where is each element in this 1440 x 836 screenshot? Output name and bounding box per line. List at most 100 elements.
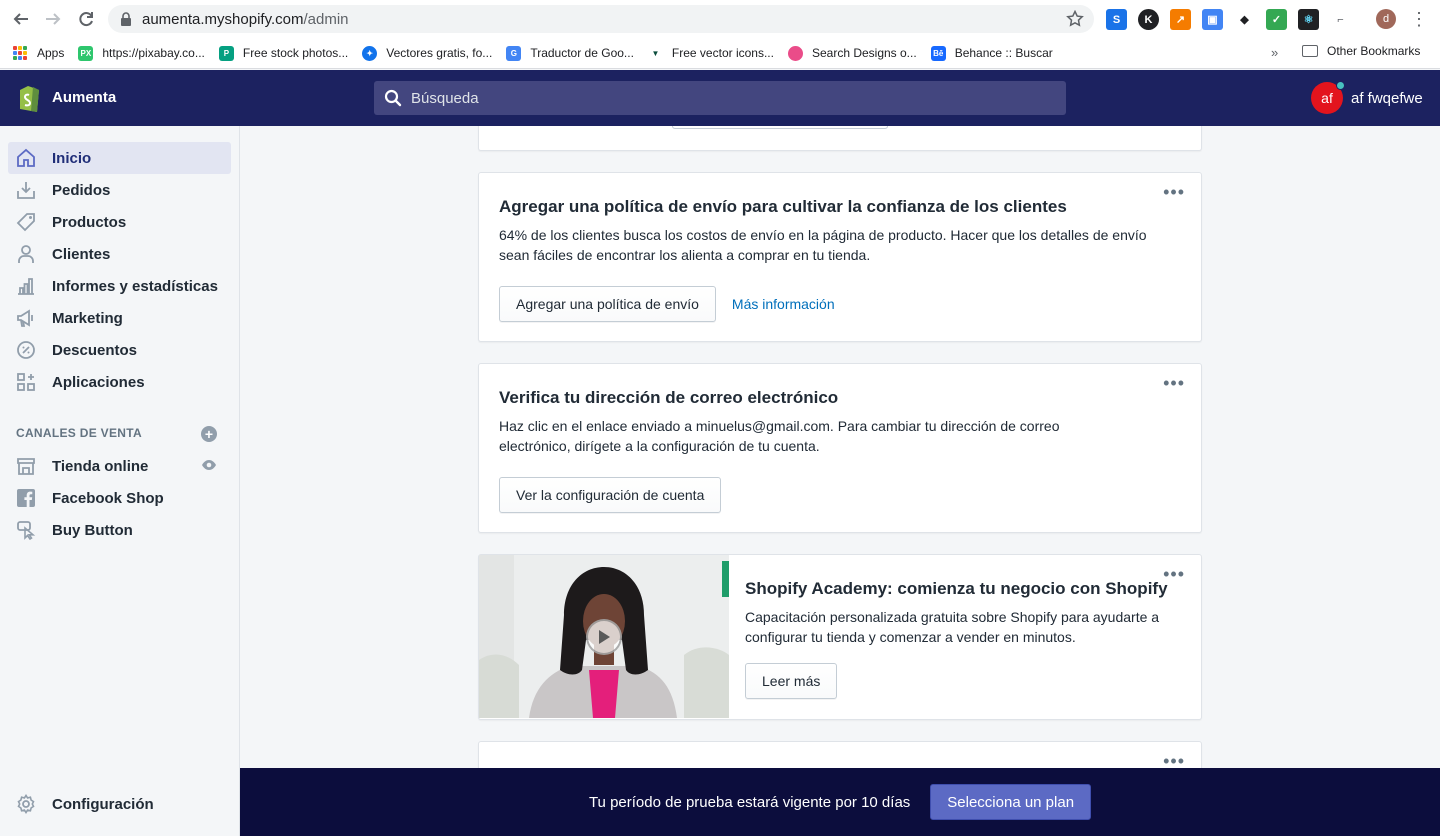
browser-toolbar: aumenta.myshopify.com/admin S K ↗ ▣ ◆ ✓ … [0, 0, 1440, 38]
store-name[interactable]: Aumenta [52, 89, 116, 106]
sidebar-item-pedidos[interactable]: Pedidos [8, 174, 231, 206]
pixabay-icon: PX [78, 45, 94, 61]
other-bookmarks[interactable]: Other Bookmarks [1302, 44, 1420, 58]
card-actions: Ver la configuración de cuenta [499, 477, 722, 513]
sidebar-item-tienda-online[interactable]: Tienda online [8, 450, 231, 482]
admin-topbar: Aumenta af af fwqefwe [0, 70, 1440, 126]
card-body: 64% de los clientes busca los costos de … [499, 227, 1147, 263]
extension-chart-icon[interactable]: ↗ [1170, 9, 1191, 30]
extension-cast-icon[interactable]: ⌐ [1330, 9, 1351, 30]
google-translate-icon: G [506, 45, 522, 61]
sales-channels-title: CANALES DE VENTA [16, 426, 142, 440]
bookmark-label: https://pixabay.co... [102, 46, 205, 60]
play-icon[interactable] [586, 619, 622, 655]
bookmarks-bar: Apps PX https://pixabay.co... P Free sto… [0, 38, 1440, 69]
verify-email-card: ••• Verifica tu dirección de correo elec… [478, 363, 1202, 533]
facebook-icon [17, 489, 35, 507]
learn-more-link[interactable]: Más información [732, 296, 835, 312]
bookmark-label: Traductor de Goo... [530, 46, 634, 60]
bookmark-label: Behance :: Buscar [954, 46, 1053, 60]
sidebar-item-label: Clientes [52, 245, 111, 263]
sidebar-item-configuracion[interactable]: Configuración [8, 788, 231, 820]
sidebar-item-marketing[interactable]: Marketing [8, 302, 231, 334]
more-bookmarks-icon[interactable]: » [1271, 45, 1278, 60]
bookmark-label: Free stock photos... [242, 46, 349, 60]
bookmark-translate[interactable]: G Traductor de Goo... [506, 45, 634, 61]
sidebar-item-facebook-shop[interactable]: Facebook Shop [8, 482, 231, 514]
extension-react-icon[interactable]: ⚛ [1298, 9, 1319, 30]
megaphone-icon [17, 309, 33, 327]
reload-icon[interactable] [70, 3, 102, 35]
select-plan-button[interactable]: Selecciona un plan [930, 784, 1092, 820]
sidebar-nav: Inicio Pedidos Productos Clientes Inform… [0, 126, 240, 836]
sidebar-item-label: Facebook Shop [52, 489, 164, 507]
bookmark-flaticon[interactable]: ▼ Free vector icons... [647, 45, 774, 61]
account-settings-button[interactable]: Ver la configuración de cuenta [499, 477, 722, 513]
profile-avatar[interactable]: d [1376, 9, 1396, 29]
trial-banner: Tu período de prueba estará vigente por … [240, 768, 1440, 836]
sidebar-item-informes[interactable]: Informes y estadísticas [8, 270, 231, 302]
notification-dot [1336, 81, 1345, 90]
bookmark-label: Vectores gratis, fo... [386, 46, 493, 60]
sidebar-item-descuentos[interactable]: Descuentos [8, 334, 231, 366]
add-shipping-policy-button[interactable]: Agregar una política de envío [499, 286, 716, 322]
pexels-icon: P [218, 45, 234, 61]
gear-icon [17, 794, 35, 814]
academy-video-thumbnail[interactable] [479, 555, 729, 718]
extension-s-icon[interactable]: S [1106, 9, 1127, 30]
add-channel-icon[interactable]: + [201, 426, 217, 442]
bookmark-star-icon[interactable] [1066, 10, 1084, 28]
read-more-button[interactable]: Leer más [745, 663, 838, 699]
sidebar-item-inicio[interactable]: Inicio [8, 142, 231, 174]
sidebar-item-label: Aplicaciones [52, 373, 145, 391]
next-card-stub: ••• [478, 741, 1202, 768]
bookmark-dribbble[interactable]: ● Search Designs o... [787, 45, 917, 61]
sidebar-item-label: Tienda online [52, 457, 149, 475]
search-bar[interactable] [374, 81, 1066, 115]
url-path: /admin [303, 10, 349, 28]
apps-grid-icon [13, 46, 27, 60]
discount-icon [17, 341, 35, 359]
shopify-logo-icon[interactable] [16, 83, 42, 113]
bookmark-behance[interactable]: Bē Behance :: Buscar [930, 45, 1053, 61]
card-actions: Agregar una política de envío Más inform… [499, 286, 835, 322]
url-text: aumenta.myshopify.com/admin [142, 11, 349, 28]
extension-k-icon[interactable]: K [1138, 9, 1159, 30]
previous-card-button[interactable] [672, 126, 888, 129]
back-icon[interactable] [5, 3, 37, 35]
freepik-icon: ✦ [362, 45, 378, 61]
trial-message: Tu período de prueba estará vigente por … [588, 793, 911, 811]
url-host: aumenta.myshopify.com [142, 10, 304, 28]
search-input[interactable] [411, 89, 1011, 107]
sidebar-item-productos[interactable]: Productos [8, 206, 231, 238]
chrome-menu-icon[interactable]: ⋮ [1410, 9, 1428, 29]
folder-icon [1302, 45, 1318, 57]
address-bar[interactable]: aumenta.myshopify.com/admin [108, 5, 1094, 33]
more-actions-icon[interactable]: ••• [1163, 183, 1185, 201]
extension-check-icon[interactable]: ✓ [1266, 9, 1287, 30]
forward-icon[interactable] [37, 3, 69, 35]
bookmark-vectores[interactable]: ✦ Vectores gratis, fo... [362, 45, 493, 61]
bookmark-pixabay[interactable]: PX https://pixabay.co... [78, 45, 205, 61]
more-actions-icon[interactable]: ••• [1163, 565, 1185, 583]
eye-icon[interactable] [201, 459, 217, 471]
extension-translate-icon[interactable]: ▣ [1202, 9, 1223, 30]
more-actions-icon[interactable]: ••• [1163, 374, 1185, 392]
tag-icon [16, 213, 35, 232]
more-actions-icon[interactable]: ••• [1163, 752, 1185, 768]
bookmark-apps[interactable]: Apps [13, 46, 64, 60]
sidebar-item-aplicaciones[interactable]: Aplicaciones [8, 366, 231, 398]
sidebar-item-clientes[interactable]: Clientes [8, 238, 231, 270]
sidebar-item-label: Buy Button [52, 521, 133, 539]
user-menu[interactable]: af af fwqefwe [1311, 81, 1423, 114]
apps-icon [17, 373, 35, 391]
card-body: Capacitación personalizada gratuita sobr… [745, 609, 1160, 645]
user-avatar: af [1311, 81, 1345, 114]
sidebar-item-label: Configuración [52, 795, 154, 813]
sidebar-item-label: Inicio [52, 149, 92, 167]
sidebar-item-buy-button[interactable]: Buy Button [8, 514, 231, 546]
bookmark-pexels[interactable]: P Free stock photos... [218, 45, 349, 61]
sidebar-item-label: Productos [52, 213, 127, 231]
extension-shield-icon[interactable]: ◆ [1234, 9, 1255, 30]
sidebar-item-label: Informes y estadísticas [52, 277, 218, 295]
